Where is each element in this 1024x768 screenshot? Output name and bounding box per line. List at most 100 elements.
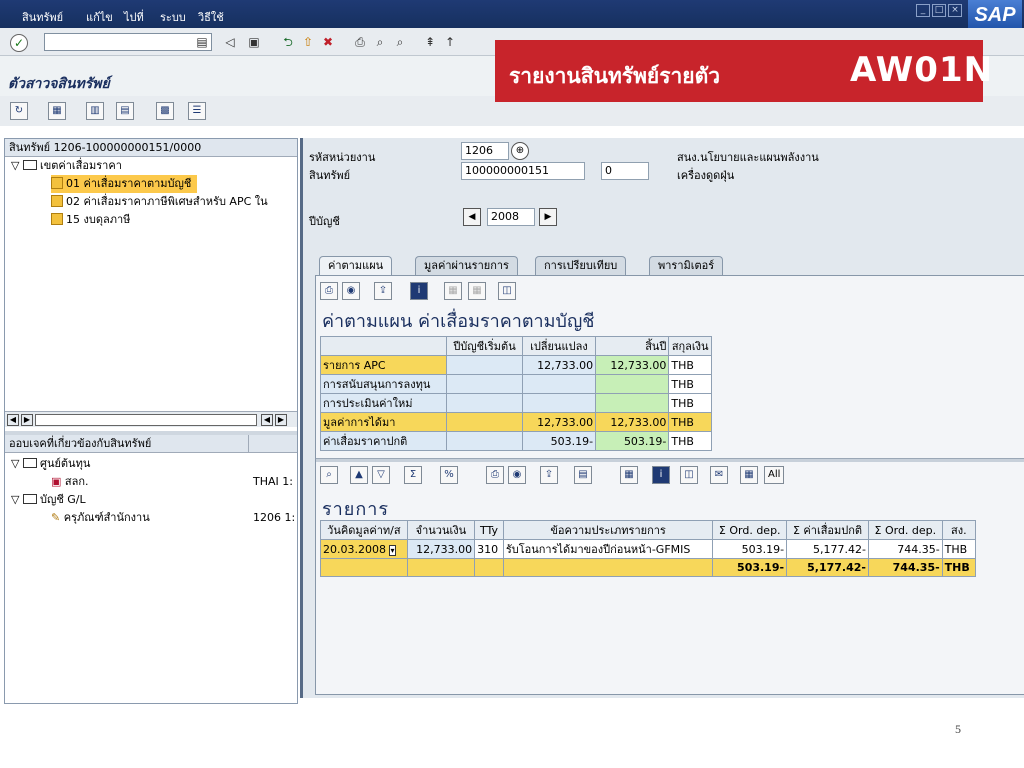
tab-parameters[interactable]: พารามิเตอร์ xyxy=(649,256,724,276)
tree-item-cost-center[interactable]: ▣ สลก. xyxy=(51,473,89,491)
print-icon[interactable]: ⎙ xyxy=(320,282,338,300)
tab-posted-values[interactable]: มูลค่าผ่านรายการ xyxy=(415,256,518,276)
print-icon[interactable]: ⎙ xyxy=(486,466,504,484)
maximize-icon[interactable]: □ xyxy=(932,4,946,17)
row-label: ค่าเสื่อมราคาปกติ xyxy=(319,431,448,451)
table-row[interactable]: ค่าเสื่อมราคาปกติ 503.19- 503.19- THB xyxy=(319,431,712,451)
export-icon[interactable]: ⇪ xyxy=(374,282,392,300)
find-icon[interactable]: ⌕ xyxy=(372,34,388,50)
tree-group-cost-center[interactable]: ▽ ศูนย์ต้นทุน xyxy=(11,455,90,473)
collapse-icon[interactable]: ▽ xyxy=(11,457,23,470)
subtotal-icon[interactable]: % xyxy=(440,466,458,484)
scroll-thumb[interactable] xyxy=(35,414,257,426)
back-arrow-icon[interactable]: ◁ xyxy=(222,34,238,50)
scroll-right-icon[interactable]: ▶ xyxy=(21,414,33,426)
layout-icon[interactable]: ▤ xyxy=(574,466,592,484)
table-row[interactable]: 20.03.2008 ▾ 12,733.00 310 รับโอนการได้ม… xyxy=(320,539,977,559)
folder-icon xyxy=(22,494,37,504)
table-row[interactable]: มูลค่าการได้มา 12,733.00 12,733.00 THB xyxy=(319,412,712,432)
previous-year-button[interactable]: ◀ xyxy=(463,208,481,226)
list-icon[interactable]: ☰ xyxy=(188,102,206,120)
tree-item-tax-balance[interactable]: 15 งบดุลภาษี xyxy=(51,211,130,229)
print-icon[interactable]: ⎙ xyxy=(352,34,368,50)
col-header: สิ้นปี xyxy=(595,336,670,356)
graphics-icon[interactable]: ▩ xyxy=(156,102,174,120)
minimize-icon[interactable]: _ xyxy=(916,4,930,17)
enter-check-icon[interactable]: ✓ xyxy=(10,34,28,52)
info-icon[interactable]: i xyxy=(652,466,670,484)
table-row[interactable]: การสนับสนุนการลงทุน THB xyxy=(319,374,712,394)
asset-number-field[interactable]: 100000000151 xyxy=(461,162,585,180)
menu-asset[interactable]: สินทรัพย์ xyxy=(22,8,63,26)
close-icon[interactable]: × xyxy=(948,4,962,17)
back-icon[interactable]: ⮌ xyxy=(280,34,296,50)
abc-analysis-icon[interactable]: ▦ xyxy=(620,466,638,484)
asset-master-icon[interactable]: ▦ xyxy=(48,102,66,120)
company-code-label: รหัสหน่วยงาน xyxy=(309,151,376,164)
cell xyxy=(521,393,597,413)
asset-subnumber-field[interactable]: 0 xyxy=(601,162,649,180)
company-code-field[interactable]: 1206 xyxy=(461,142,509,160)
tab-planned-values[interactable]: ค่าตามแผน xyxy=(319,256,393,276)
menu-system[interactable]: ระบบ xyxy=(160,8,186,26)
next-year-button[interactable]: ▶ xyxy=(539,208,557,226)
export-icon[interactable]: ⇪ xyxy=(540,466,558,484)
menu-help[interactable]: วิธีใช้ xyxy=(198,8,224,26)
previous-page-icon[interactable]: ↑ xyxy=(442,34,458,50)
find-next-icon[interactable]: ⌕ xyxy=(392,34,408,50)
fiscal-year-label: ปีบัญชี xyxy=(309,215,340,228)
info-icon[interactable]: i xyxy=(410,282,428,300)
horizontal-scrollbar[interactable]: ◀ ▶ ◀ ▶ xyxy=(5,411,297,427)
table-row[interactable]: รายการ APC 12,733.00 12,733.00 THB xyxy=(319,355,712,375)
table-total-row[interactable]: 503.19- 5,177.42- 744.35- THB xyxy=(320,558,977,577)
collapse-icon[interactable]: ▽ xyxy=(11,493,23,506)
col-header: สกุลเงิน xyxy=(668,336,712,356)
filter-icon[interactable]: ▽ xyxy=(372,466,390,484)
expand-icon[interactable]: ▦ xyxy=(740,466,758,484)
tree-group-depreciation-areas[interactable]: ▽ เขตค่าเสื่อมราคา xyxy=(11,157,122,175)
sum-icon[interactable]: Σ xyxy=(404,466,422,484)
cell xyxy=(320,558,408,577)
fiscal-year-field[interactable]: 2008 xyxy=(487,208,535,226)
graphic-icon[interactable]: ◫ xyxy=(680,466,698,484)
tree-item-special-tax-depreciation[interactable]: 02 ค่าเสื่อมราคาภาษีพิเศษสำหรับ APC ใน xyxy=(51,193,297,211)
collapse-icon[interactable]: ▽ xyxy=(11,159,23,172)
command-history-icon[interactable]: ▤ xyxy=(194,34,210,50)
scroll-left-icon[interactable]: ◀ xyxy=(261,414,273,426)
details-icon[interactable]: ⌕ xyxy=(320,466,338,484)
splitter[interactable] xyxy=(316,458,1024,462)
mail-icon[interactable]: ✉ xyxy=(710,466,728,484)
col-header: เปลี่ยนแปลง xyxy=(521,336,597,356)
sort-icon[interactable]: ▲ xyxy=(350,466,368,484)
exit-icon[interactable]: ⇧ xyxy=(300,34,316,50)
items-toolbar: ⌕ ▲ ▽ Σ % ⎙ ◉ ⇪ ▤ ▦ i ◫ ✉ ▦ All xyxy=(320,466,1020,488)
tab-comparisons[interactable]: การเปรียบเทียบ xyxy=(535,256,627,276)
menu-edit[interactable]: แก้ไข xyxy=(86,8,113,26)
scroll-right-icon[interactable]: ▶ xyxy=(275,414,287,426)
view-icon[interactable]: ◉ xyxy=(508,466,526,484)
company-code-search-icon[interactable]: ⊕ xyxy=(511,142,529,160)
cell xyxy=(595,393,670,413)
dropdown-icon[interactable]: ▾ xyxy=(389,544,396,556)
tree-group-gl-account[interactable]: ▽ บัญชี G/L xyxy=(11,491,86,509)
save-icon[interactable]: ▣ xyxy=(246,34,262,50)
value-display-icon[interactable]: ▥ xyxy=(86,102,104,120)
command-field[interactable] xyxy=(44,33,212,51)
refresh-icon[interactable]: ↻ xyxy=(10,102,28,120)
layout-icon[interactable]: ▤ xyxy=(116,102,134,120)
show-all-button[interactable]: All xyxy=(764,466,785,484)
scroll-left-icon[interactable]: ◀ xyxy=(7,414,19,426)
tree-item-book-depreciation[interactable]: 01 ค่าเสื่อมราคาตามบัญชี xyxy=(51,175,198,193)
grid-icon xyxy=(51,213,63,225)
cell-date[interactable]: 20.03.2008 ▾ xyxy=(320,539,408,559)
graphic-icon[interactable]: ◫ xyxy=(498,282,516,300)
left-panel: สินทรัพย์ 1206-100000000151/0000 ▽ เขตค่… xyxy=(4,138,298,704)
view-icon[interactable]: ◉ xyxy=(342,282,360,300)
first-page-icon[interactable]: ⇞ xyxy=(422,34,438,50)
cancel-icon[interactable]: ✖ xyxy=(320,34,336,50)
tree-item-gl-account[interactable]: ✎ ครุภัณฑ์สำนักงาน xyxy=(51,509,150,527)
cell xyxy=(595,374,670,394)
menu-goto[interactable]: ไปที่ xyxy=(124,8,144,26)
col-header: Σ Ord. dep. xyxy=(712,520,788,540)
table-row[interactable]: การประเมินค่าใหม่ THB xyxy=(319,393,712,413)
